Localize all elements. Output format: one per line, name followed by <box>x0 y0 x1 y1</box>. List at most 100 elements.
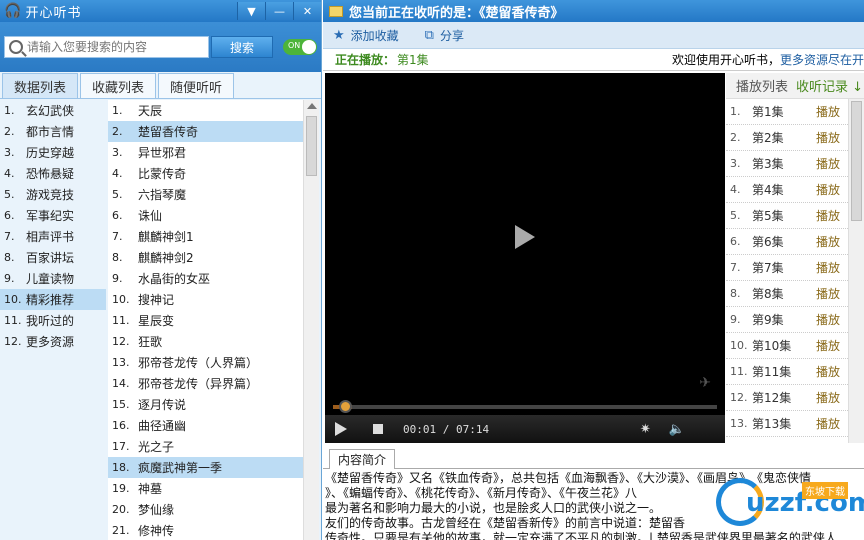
playlist-scrollbar[interactable] <box>848 99 864 443</box>
video-player[interactable]: ✈ 00:01 / 07:14 ✷ 🔈 <box>325 73 725 443</box>
episode-play-button[interactable]: 播放 <box>816 311 840 328</box>
category-num: 5. <box>4 188 15 201</box>
minimize-icon[interactable]: — <box>265 2 293 20</box>
book-name: 邪帝苍龙传（人界篇） <box>138 356 259 370</box>
menu-dropdown-icon[interactable]: ▼ <box>237 2 265 20</box>
tab-intro[interactable]: 内容简介 <box>329 449 396 469</box>
episode-play-button[interactable]: 播放 <box>816 363 840 380</box>
category-item[interactable]: 1. 玄幻武侠 <box>0 100 106 121</box>
play-icon[interactable] <box>335 422 347 436</box>
book-item[interactable]: 14. 邪帝苍龙传（异界篇） <box>108 373 303 394</box>
book-item[interactable]: 3. 异世邪君 <box>108 142 303 163</box>
category-item[interactable]: 5. 游戏竞技 <box>0 184 106 205</box>
scroll-up-arrow-icon[interactable] <box>307 103 317 109</box>
episode-play-button[interactable]: 播放 <box>816 233 840 250</box>
stop-icon[interactable] <box>373 424 383 434</box>
book-item[interactable]: 1. 天辰 <box>108 100 303 121</box>
settings-icon[interactable]: ✷ <box>640 422 651 437</box>
book-list-scrollbar[interactable] <box>303 100 319 540</box>
share-button[interactable]: ⧉ 分享 <box>425 27 464 44</box>
book-item[interactable]: 19. 神墓 <box>108 478 303 499</box>
episode-play-button[interactable]: 播放 <box>816 389 840 406</box>
episode-name[interactable]: 第4集 <box>752 181 816 198</box>
category-item[interactable]: 11. 我听过的 <box>0 310 106 331</box>
episode-num: 7. <box>730 261 741 274</box>
book-item[interactable]: 7. 麒麟神剑1 <box>108 226 303 247</box>
now-playing-label: 正在播放： <box>335 53 396 67</box>
close-icon[interactable]: ✕ <box>293 2 321 20</box>
episode-name[interactable]: 第11集 <box>752 363 816 380</box>
episode-name[interactable]: 第5集 <box>752 207 816 224</box>
category-item[interactable]: 4. 恐怖悬疑 <box>0 163 106 184</box>
episode-play-button[interactable]: 播放 <box>816 285 840 302</box>
episode-play-button[interactable]: 播放 <box>816 337 840 354</box>
book-item[interactable]: 12. 狂歌 <box>108 331 303 352</box>
book-item[interactable]: 13. 邪帝苍龙传（人界篇） <box>108 352 303 373</box>
tab-playlist[interactable]: 播放列表 <box>726 76 796 95</box>
episode-name[interactable]: 第3集 <box>752 155 816 172</box>
watermark-icon: ✈ <box>699 375 711 391</box>
book-item[interactable]: 20. 梦仙缘 <box>108 499 303 520</box>
more-resources-link[interactable]: 更多资源尽在开 <box>780 51 864 68</box>
episode-name[interactable]: 第2集 <box>752 129 816 146</box>
episode-play-button[interactable]: 播放 <box>816 129 840 146</box>
book-item[interactable]: 11. 星辰变 <box>108 310 303 331</box>
episode-name[interactable]: 第8集 <box>752 285 816 302</box>
add-favorite-button[interactable]: ★ 添加收藏 <box>333 27 399 44</box>
tab-random-listen[interactable]: 随便听听 <box>158 73 234 98</box>
tab-listen-history[interactable]: 收听记录 ↓ <box>796 76 863 95</box>
book-name: 比蒙传奇 <box>138 167 187 181</box>
episode-name[interactable]: 第6集 <box>752 233 816 250</box>
episode-play-button[interactable]: 播放 <box>816 181 840 198</box>
volume-icon[interactable]: 🔈 <box>669 422 685 437</box>
episode-name[interactable]: 第1集 <box>752 103 816 120</box>
episode-play-button[interactable]: 播放 <box>816 259 840 276</box>
category-item[interactable]: 10. 精彩推荐 <box>0 289 106 310</box>
book-item[interactable]: 17. 光之子 <box>108 436 303 457</box>
book-item[interactable]: 16. 曲径通幽 <box>108 415 303 436</box>
category-item[interactable]: 7. 相声评书 <box>0 226 106 247</box>
search-button[interactable]: 搜索 <box>211 36 273 58</box>
book-item[interactable]: 8. 麒麟神剑2 <box>108 247 303 268</box>
book-item[interactable]: 5. 六指琴魔 <box>108 184 303 205</box>
category-name: 军事纪实 <box>26 209 75 223</box>
scroll-thumb[interactable] <box>306 116 317 176</box>
episode-play-button[interactable]: 播放 <box>816 415 840 432</box>
book-item[interactable]: 10. 搜神记 <box>108 289 303 310</box>
big-play-icon[interactable] <box>515 225 535 249</box>
episode-name[interactable]: 第7集 <box>752 259 816 276</box>
on-off-toggle[interactable]: ON <box>283 39 317 55</box>
category-item[interactable]: 12. 更多资源 <box>0 331 106 352</box>
book-item[interactable]: 9. 水晶街的女巫 <box>108 268 303 289</box>
book-item[interactable]: 6. 诛仙 <box>108 205 303 226</box>
progress-knob[interactable] <box>339 400 352 413</box>
book-item[interactable]: 2. 楚留香传奇 <box>108 121 303 142</box>
search-input[interactable] <box>27 40 207 54</box>
progress-bar[interactable] <box>333 405 717 409</box>
episode-play-button[interactable]: 播放 <box>816 155 840 172</box>
category-name: 都市言情 <box>26 125 75 139</box>
episode-play-button[interactable]: 播放 <box>816 103 840 120</box>
episode-name[interactable]: 第13集 <box>752 415 816 432</box>
book-item[interactable]: 18. 疯魔武神第一季 <box>108 457 303 478</box>
category-item[interactable]: 2. 都市言情 <box>0 121 106 142</box>
tab-favorites[interactable]: 收藏列表 <box>80 73 156 98</box>
app-title: 开心听书 <box>25 5 82 21</box>
book-item[interactable]: 21. 修神传 <box>108 520 303 540</box>
tab-data-list[interactable]: 数据列表 <box>2 73 78 98</box>
episode-name[interactable]: 第12集 <box>752 389 816 406</box>
category-item[interactable]: 9. 儿童读物 <box>0 268 106 289</box>
book-name: 诛仙 <box>138 209 163 223</box>
episode-name[interactable]: 第10集 <box>752 337 816 354</box>
category-item[interactable]: 3. 历史穿越 <box>0 142 106 163</box>
book-name: 逐月传说 <box>138 398 187 412</box>
book-item[interactable]: 15. 逐月传说 <box>108 394 303 415</box>
episode-name[interactable]: 第9集 <box>752 311 816 328</box>
library-panel: 🎧 开心听书 ▼ — ✕ 搜索 ON 数据列表 收藏列表 随便听听 1. 玄幻武侠… <box>0 0 322 540</box>
episode-play-button[interactable]: 播放 <box>816 207 840 224</box>
category-item[interactable]: 8. 百家讲坛 <box>0 247 106 268</box>
scroll-thumb[interactable] <box>851 101 862 221</box>
category-item[interactable]: 6. 军事纪实 <box>0 205 106 226</box>
book-num: 9. <box>112 272 123 285</box>
book-item[interactable]: 4. 比蒙传奇 <box>108 163 303 184</box>
